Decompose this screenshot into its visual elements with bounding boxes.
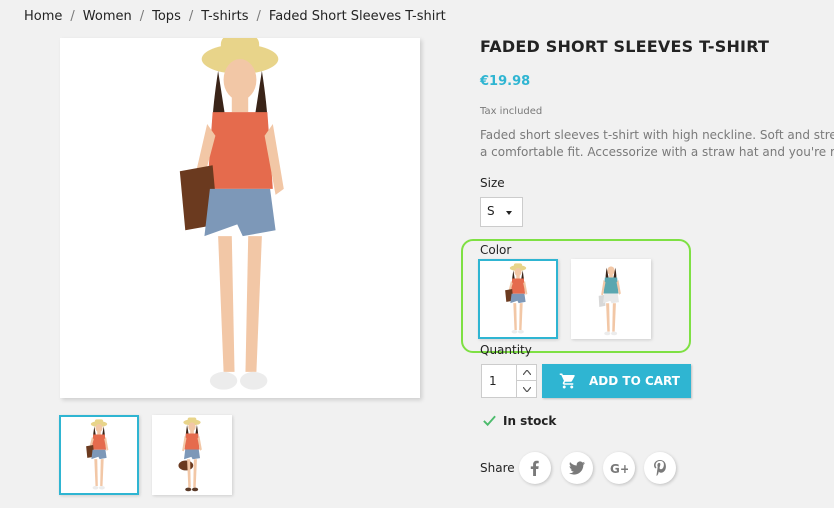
breadcrumb-separator: / — [256, 9, 261, 24]
product-description: Faded short sleeves t-shirt with high ne… — [480, 127, 834, 161]
color-label: Color — [480, 243, 512, 257]
quantity-label: Quantity — [480, 343, 532, 357]
product-cover-image[interactable] — [60, 38, 420, 398]
stock-label: In stock — [503, 413, 557, 428]
breadcrumb-tshirts[interactable]: T-shirts — [201, 9, 248, 24]
quantity-stepper[interactable]: 1 — [481, 364, 537, 398]
color-swatch-orange[interactable] — [478, 259, 558, 339]
add-to-cart-button[interactable]: ADD TO CART — [542, 364, 691, 398]
check-icon — [483, 415, 496, 427]
twitter-icon — [569, 461, 585, 475]
swatch-image — [505, 263, 528, 334]
size-label: Size — [480, 176, 505, 190]
breadcrumb-tops[interactable]: Tops — [152, 9, 181, 24]
breadcrumb-separator: / — [70, 9, 75, 24]
breadcrumb-current[interactable]: Faded Short Sleeves T-shirt — [269, 9, 446, 24]
description-line: Faded short sleeves t-shirt with high ne… — [480, 128, 834, 142]
add-to-cart-label: ADD TO CART — [589, 374, 680, 388]
google-plus-icon: G+ — [610, 462, 628, 475]
chevron-up-icon — [522, 370, 531, 375]
facebook-icon — [530, 460, 539, 476]
thumbnail-image — [178, 417, 202, 492]
svg-text:G+: G+ — [610, 462, 628, 475]
breadcrumb-separator: / — [188, 9, 194, 24]
chevron-down-icon — [522, 386, 531, 392]
shopping-cart-icon — [559, 373, 575, 389]
quantity-input[interactable]: 1 — [489, 374, 497, 388]
quantity-decrease-button[interactable] — [517, 381, 536, 397]
product-thumbnail-2[interactable] — [152, 415, 232, 495]
description-line: a comfortable fit. Accessorize with a st… — [480, 145, 834, 159]
breadcrumb-separator: / — [139, 9, 145, 24]
caret-down-icon — [506, 211, 512, 215]
swatch-image — [598, 266, 621, 336]
color-swatch-blue[interactable] — [571, 259, 651, 339]
size-selected-value: S — [487, 204, 495, 218]
share-label: Share — [480, 461, 515, 475]
quantity-increase-button[interactable] — [517, 365, 536, 381]
pinterest-share-button[interactable] — [644, 452, 676, 484]
product-price: €19.98 — [480, 74, 531, 89]
stock-status: In stock — [482, 413, 556, 428]
size-select[interactable]: S — [480, 197, 523, 227]
product-model-image — [179, 38, 284, 390]
product-title: FADED SHORT SLEEVES T-SHIRT — [480, 37, 770, 56]
tax-note: Tax included — [480, 106, 543, 117]
twitter-share-button[interactable] — [561, 452, 593, 484]
pinterest-icon — [654, 460, 666, 476]
facebook-share-button[interactable] — [519, 452, 551, 484]
google-plus-share-button[interactable]: G+ — [603, 452, 635, 484]
breadcrumb: Home / Women / Tops / T-shirts / Faded Short Sle… — [24, 9, 446, 24]
product-thumbnail-1[interactable] — [59, 415, 139, 495]
thumbnail-image — [86, 419, 109, 490]
breadcrumb-home[interactable]: Home — [24, 9, 62, 24]
breadcrumb-women[interactable]: Women — [83, 9, 132, 24]
